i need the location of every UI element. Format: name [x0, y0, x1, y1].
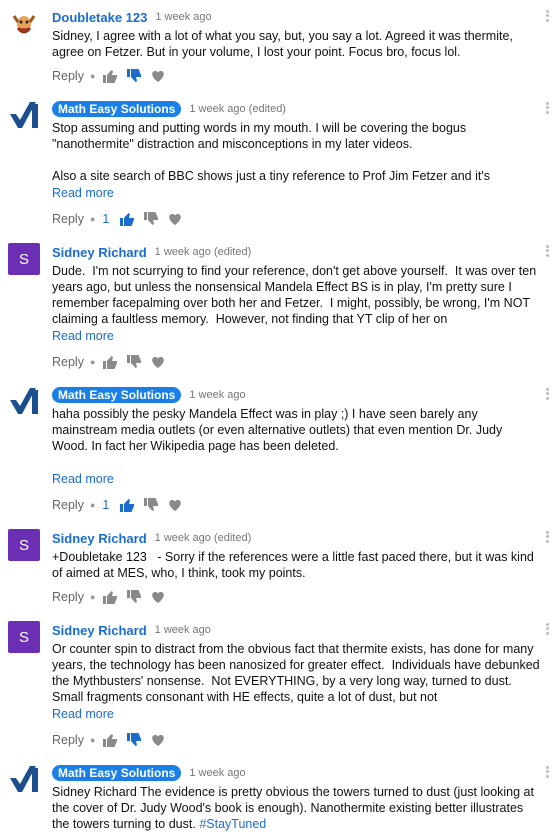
separator-dot: ●	[89, 71, 96, 81]
comment-text: Dude. I'm not scurrying to find your ref…	[52, 264, 540, 326]
thumbs-up-icon[interactable]	[102, 68, 118, 84]
thumbs-down-icon[interactable]	[126, 732, 142, 748]
read-more-link[interactable]: Read more	[52, 329, 114, 343]
separator-dot: ●	[89, 214, 96, 224]
sidney-avatar[interactable]: S	[8, 529, 40, 561]
sidney-avatar[interactable]: S	[8, 621, 40, 653]
comment-author[interactable]: Doubletake 123	[52, 10, 147, 25]
separator-dot: ●	[89, 735, 96, 745]
comment-author[interactable]: Math Easy Solutions	[52, 101, 182, 117]
more-options-icon[interactable]	[544, 529, 550, 545]
comment-text: Or counter spin to distract from the obv…	[52, 642, 544, 704]
comment-author[interactable]: Math Easy Solutions	[52, 387, 182, 403]
thumbs-up-icon[interactable]	[119, 211, 135, 227]
hashtag-link[interactable]: #StayTuned	[199, 817, 266, 831]
reply-button[interactable]: Reply	[52, 355, 84, 369]
read-more-link[interactable]: Read more	[52, 472, 114, 486]
heart-icon[interactable]	[167, 211, 183, 227]
thumbs-up-icon[interactable]	[102, 354, 118, 370]
comment-time[interactable]: 1 week ago	[155, 624, 211, 636]
comment-text-main: Sidney Richard The evidence is pretty ob…	[52, 785, 538, 831]
read-more-link[interactable]: Read more	[52, 707, 114, 721]
doubletake-avatar[interactable]	[8, 8, 40, 40]
comment-author[interactable]: Math Easy Solutions	[52, 765, 182, 781]
comment-actions: Reply ●	[52, 588, 174, 606]
more-options-icon[interactable]	[544, 386, 550, 402]
math-easy-solutions-avatar[interactable]	[8, 100, 40, 132]
comment-actions: Reply ●	[52, 353, 174, 371]
heart-icon[interactable]	[167, 497, 183, 513]
separator-dot: ●	[89, 592, 96, 602]
math-easy-solutions-avatar[interactable]	[8, 386, 40, 418]
comment-time[interactable]: 1 week ago (edited)	[189, 103, 286, 115]
more-options-icon[interactable]	[544, 621, 550, 637]
comment-time[interactable]: 1 week ago	[189, 389, 245, 401]
reply-button[interactable]: Reply	[52, 733, 84, 747]
more-options-icon[interactable]	[544, 243, 550, 259]
reply-button[interactable]: Reply	[52, 498, 84, 512]
sidney-avatar[interactable]: S	[8, 243, 40, 275]
comment-actions: Reply ● 1	[52, 210, 191, 228]
thumbs-up-icon[interactable]	[119, 497, 135, 513]
separator-dot: ●	[89, 500, 96, 510]
like-count: 1	[102, 498, 110, 512]
comment-text: Sidney Richard The evidence is pretty ob…	[52, 784, 540, 832]
comment-author[interactable]: Sidney Richard	[52, 245, 147, 260]
thumbs-down-icon[interactable]	[126, 354, 142, 370]
thumbs-down-icon[interactable]	[143, 211, 159, 227]
reply-button[interactable]: Reply	[52, 212, 84, 226]
comment-time[interactable]: 1 week ago (edited)	[155, 532, 252, 544]
comment-author[interactable]: Sidney Richard	[52, 531, 147, 546]
comment-author[interactable]: Sidney Richard	[52, 623, 147, 638]
read-more-link[interactable]: Read more	[52, 186, 114, 200]
comment-text: haha possibly the pesky Mandela Effect w…	[52, 407, 506, 453]
more-options-icon[interactable]	[544, 100, 550, 116]
reply-button[interactable]: Reply	[52, 590, 84, 604]
more-options-icon[interactable]	[544, 764, 550, 780]
heart-icon[interactable]	[150, 732, 166, 748]
heart-icon[interactable]	[150, 354, 166, 370]
comment-text: Stop assuming and putting words in my mo…	[52, 121, 490, 183]
comment-actions: Reply ●	[52, 67, 174, 85]
thumbs-down-icon[interactable]	[143, 497, 159, 513]
separator-dot: ●	[89, 357, 96, 367]
thumbs-up-icon[interactable]	[102, 589, 118, 605]
math-easy-solutions-avatar[interactable]	[8, 764, 40, 796]
reply-button[interactable]: Reply	[52, 69, 84, 83]
comment-actions: Reply ●	[52, 731, 174, 749]
thumbs-up-icon[interactable]	[102, 732, 118, 748]
heart-icon[interactable]	[150, 68, 166, 84]
comment-text: Sidney, I agree with a lot of what you s…	[52, 29, 517, 59]
more-options-icon[interactable]	[544, 8, 550, 24]
heart-icon[interactable]	[150, 589, 166, 605]
comment-actions: Reply ● 1	[52, 496, 191, 514]
comment-text: +Doubletake 123 - Sorry if the reference…	[52, 550, 538, 580]
comment-time[interactable]: 1 week ago	[189, 767, 245, 779]
like-count: 1	[102, 212, 110, 226]
comment-time[interactable]: 1 week ago	[155, 11, 211, 23]
thumbs-down-icon[interactable]	[126, 68, 142, 84]
thumbs-down-icon[interactable]	[126, 589, 142, 605]
comment-time[interactable]: 1 week ago (edited)	[155, 246, 252, 258]
